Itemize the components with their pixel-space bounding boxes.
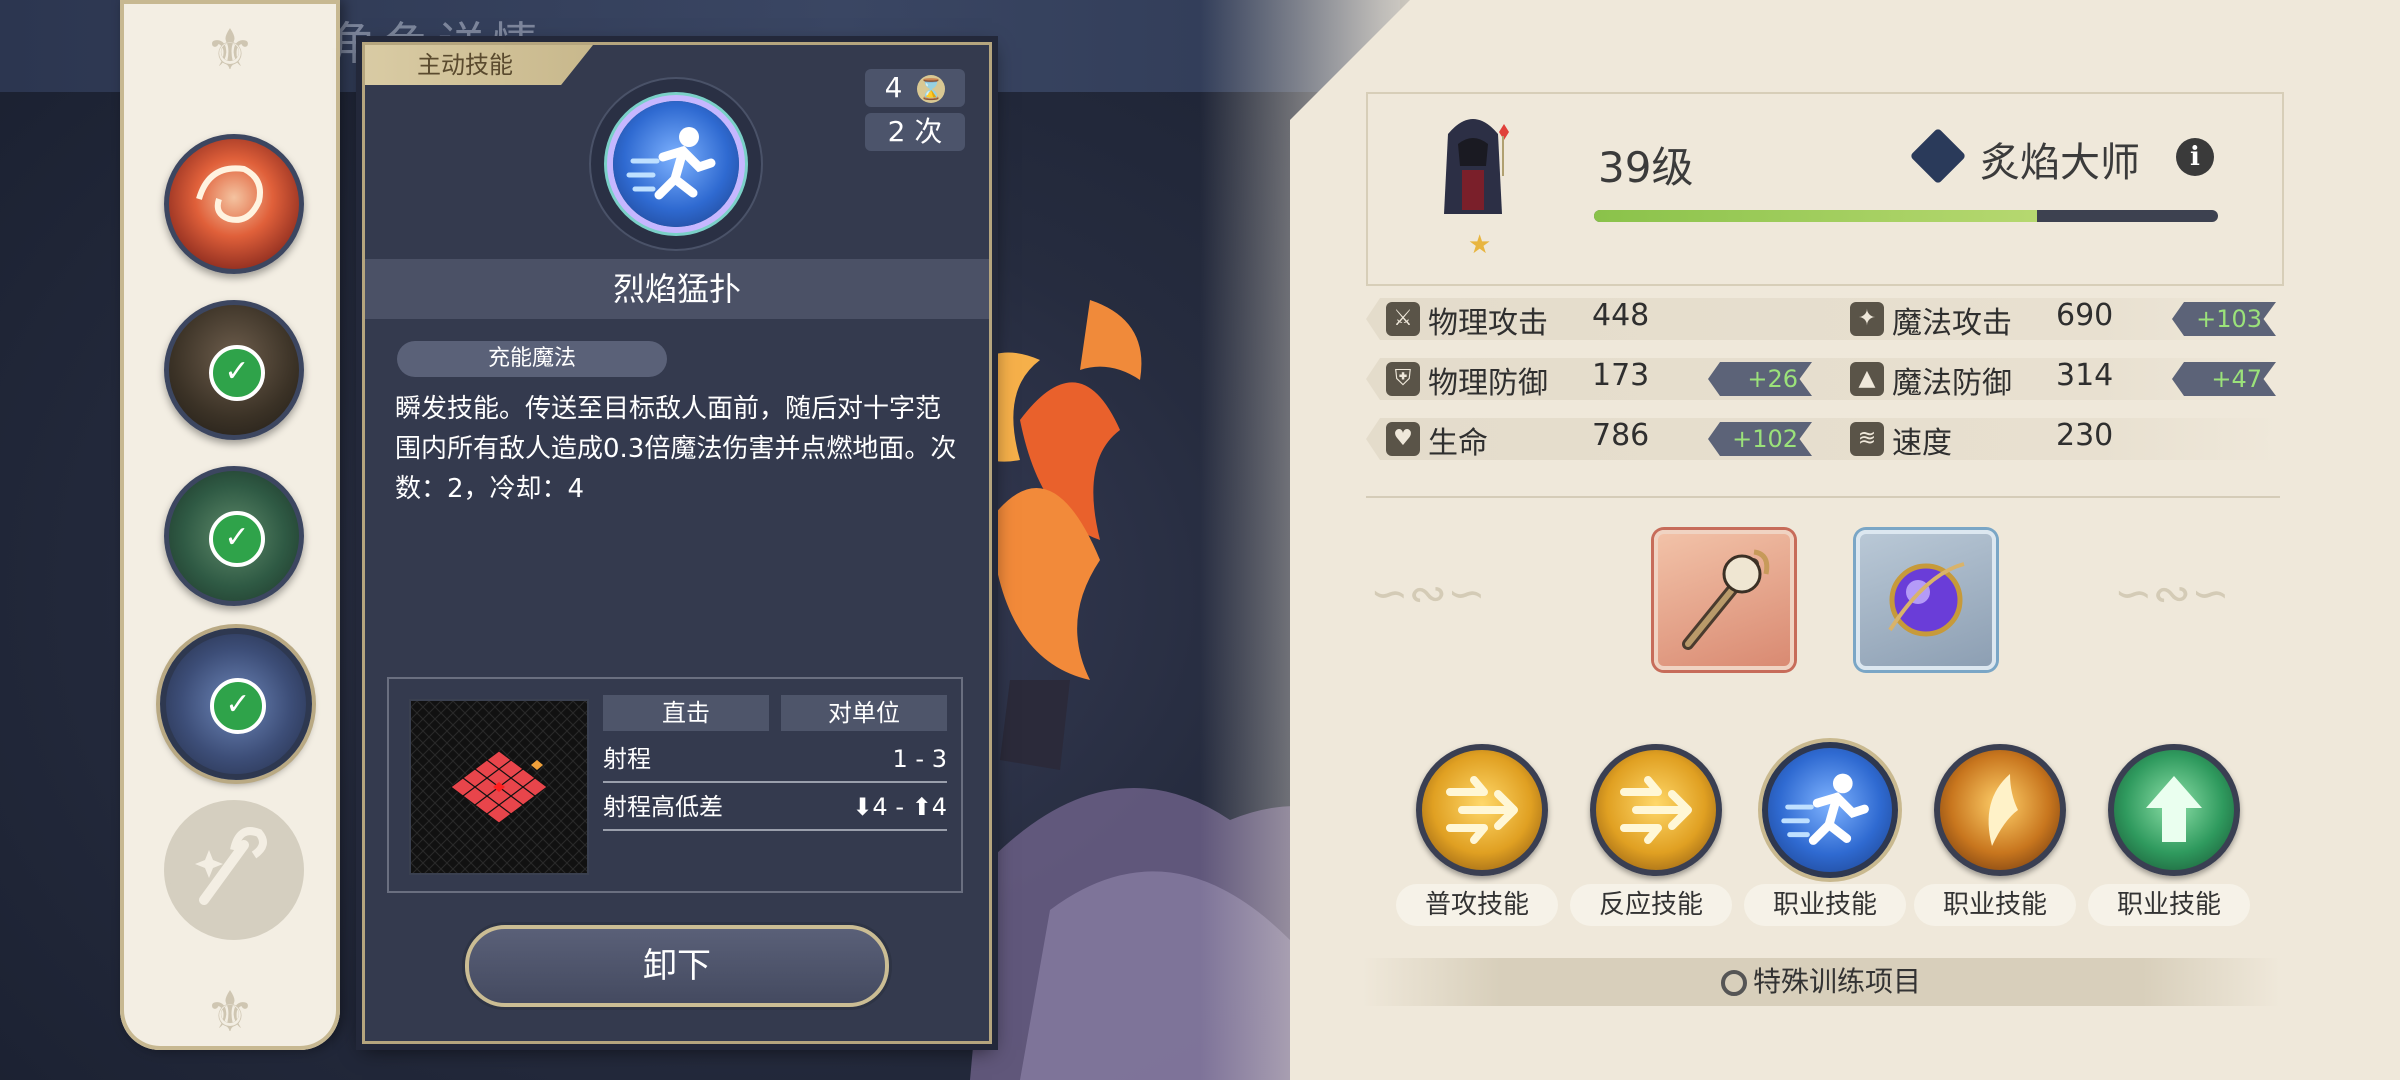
skill-slot-fire-vortex[interactable] (164, 134, 304, 274)
skill-label-class-2: 职业技能 (1914, 884, 2076, 926)
range-grid-diagram (409, 699, 589, 875)
class-skill-green-button[interactable] (2108, 744, 2240, 876)
stat-label-physical-attack: 物理攻击 (1428, 306, 1548, 341)
stat-bonus-magic-defense: +47 (2172, 362, 2276, 396)
stat-label-hp: 生命 (1428, 426, 1488, 461)
unequip-button[interactable]: 卸下 (465, 925, 889, 1007)
wing-speed-icon: ≋ (1850, 422, 1884, 456)
stat-label-magic-attack: 魔法攻击 (1892, 306, 2012, 341)
skill-description: 瞬发技能。传送至目标敌人面前，随后对十字范围内所有敌人造成0.3倍魔法伤害并点燃… (395, 394, 957, 504)
fleur-ornament-icon: ⚜ (204, 18, 256, 83)
skill-name: 烈焰猛扑 (365, 259, 989, 319)
experience-bar (1594, 210, 2218, 222)
sword-icon: ⚔ (1386, 302, 1420, 336)
range-row: 射程 1 - 3 (603, 737, 947, 783)
equipment-slot-weapon[interactable] (1654, 530, 1794, 670)
class-skill-flame-button[interactable] (1934, 744, 2066, 876)
stat-value-physical-defense: 173 (1592, 358, 1650, 393)
flourish-ornament-icon: ∽∾∽ (1370, 566, 1486, 620)
skill-cost-value: 4 (884, 71, 903, 104)
dash-icon (613, 101, 739, 227)
wizard-hat-icon: ▲ (1850, 362, 1884, 396)
hourglass-icon: ⌛ (917, 75, 946, 103)
section-divider (1366, 496, 2280, 498)
stat-label-speed: 速度 (1892, 426, 1952, 461)
character-level: 39级 (1598, 143, 1694, 192)
heart-icon: ♥ (1386, 422, 1420, 456)
height-diff-row: 射程高低差 ⬇4 - ⬆4 (603, 785, 947, 831)
double-arrow-icon (1446, 776, 1518, 844)
stat-label-magic-defense: 魔法防御 (1892, 366, 2012, 401)
stat-value-magic-defense: 314 (2056, 358, 2114, 393)
skill-icon-frame (589, 77, 763, 251)
skill-range-box: 直击 对单位 射程 1 - 3 射程高低差 ⬇4 - ⬆4 (387, 677, 963, 893)
equipment-slot-accessory[interactable] (1856, 530, 1996, 670)
charge-type-tag: 充能魔法 (397, 341, 667, 377)
stat-bonus-magic-attack: +103 (2172, 302, 2276, 336)
shield-icon: ⛨ (1386, 362, 1420, 396)
equipped-check-icon: ✓ (209, 511, 265, 567)
green-up-arrow-icon (2146, 776, 2202, 842)
stat-bonus-hp: +102 (1708, 422, 1812, 456)
dash-icon (1781, 773, 1869, 845)
range-label: 射程 (603, 745, 651, 773)
skill-type-tag: 主动技能 (365, 45, 593, 85)
character-class: 炙焰大师 (1980, 140, 2140, 186)
flourish-ornament-icon: ∽∾∽ (2114, 566, 2230, 620)
info-icon[interactable]: i (2176, 138, 2214, 176)
character-sprite (1444, 119, 1509, 214)
stat-bonus-physical-defense: +26 (1708, 362, 1812, 396)
basic-attack-skill-button[interactable] (1416, 744, 1548, 876)
height-diff-value: ⬇4 - ⬆4 (852, 793, 947, 821)
stat-value-hp: 786 (1592, 418, 1650, 453)
skill-slot-hooded-aura[interactable]: ✓ (164, 300, 304, 440)
stat-label-physical-defense: 物理防御 (1428, 366, 1548, 401)
equipped-check-icon: ✓ (210, 678, 266, 734)
star-icon: ★ (1468, 230, 1492, 260)
special-training-label: 特殊训练项目 (1752, 965, 1921, 998)
stat-row (1366, 418, 2280, 460)
skull-staff-icon (1682, 549, 1770, 650)
stat-value-physical-attack: 448 (1592, 298, 1650, 333)
skill-label-class-3: 职业技能 (2088, 884, 2250, 926)
skill-uses-badge: 2 次 (865, 113, 965, 151)
stat-value-magic-attack: 690 (2056, 298, 2114, 333)
skill-slot-sidebar: ⚜ ✓ ✓ ✓ ⚜ (120, 0, 340, 1050)
magic-wand-icon: ✦ (1850, 302, 1884, 336)
stat-value-speed: 230 (2056, 418, 2114, 453)
special-training-button[interactable]: 特殊训练项目 (1362, 958, 2280, 1006)
skill-cost-badge: 4 ⌛ (865, 69, 965, 107)
experience-fill (1594, 210, 2038, 222)
skill-label-reaction: 反应技能 (1570, 884, 1732, 926)
purple-orb-icon (1888, 562, 1965, 637)
target-type-label: 对单位 (781, 695, 947, 731)
height-diff-label: 射程高低差 (603, 793, 723, 821)
skill-label-basic: 普攻技能 (1396, 884, 1558, 926)
flame-slash-icon (1988, 774, 2018, 846)
attack-type-label: 直击 (603, 695, 769, 731)
equipped-check-icon: ✓ (209, 345, 265, 401)
skill-detail-panel: 主动技能 4 ⌛ 2 次 烈焰猛扑 充能魔法 瞬发技能。传送至目标敌人面前，随后… (362, 42, 992, 1044)
skill-label-class-1: 职业技能 (1744, 884, 1906, 926)
skill-slot-dash-selected[interactable]: ✓ (160, 628, 312, 780)
double-arrow-icon (1620, 776, 1692, 844)
class-skill-dash-button[interactable] (1762, 742, 1898, 878)
skill-slot-green-rune[interactable]: ✓ (164, 466, 304, 606)
fleur-ornament-icon: ⚜ (204, 980, 256, 1045)
search-icon (1720, 970, 1747, 996)
range-value: 1 - 3 (892, 745, 947, 773)
reaction-skill-button[interactable] (1590, 744, 1722, 876)
fire-vortex-icon (196, 165, 263, 223)
skill-slot-locked[interactable] (164, 800, 304, 940)
staff-sparkle-icon (195, 827, 267, 905)
